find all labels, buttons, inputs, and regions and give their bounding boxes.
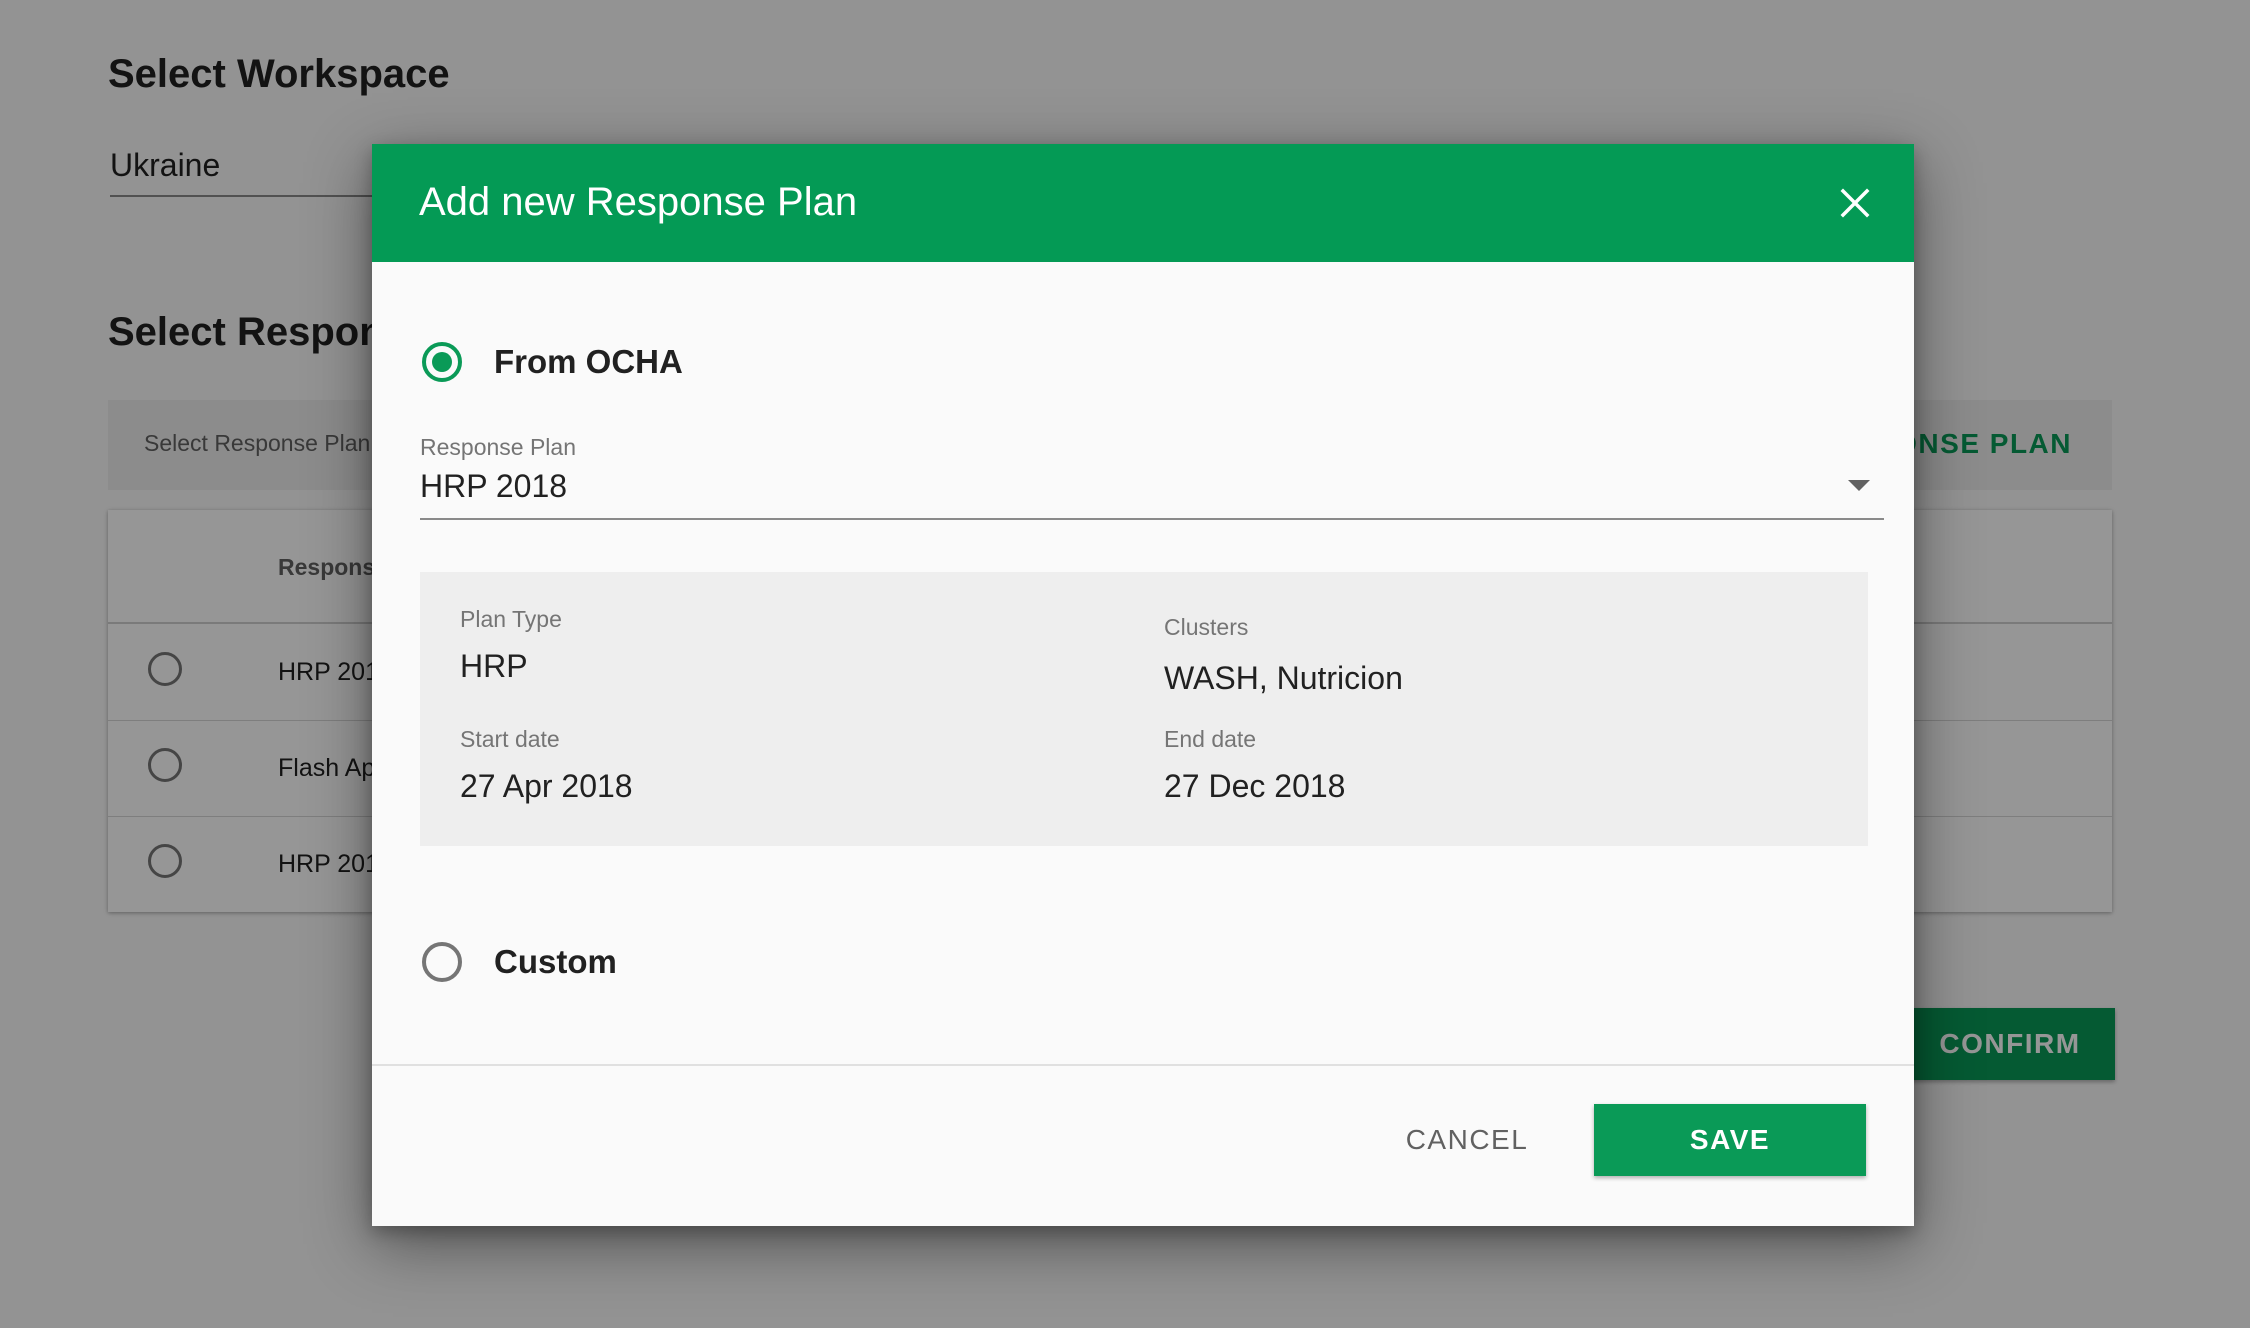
close-icon[interactable] [1836,184,1874,222]
response-plan-select[interactable]: Response Plan HRP 2018 [420,434,1884,520]
cancel-button[interactable]: CANCEL [1392,1104,1542,1176]
dialog-footer-divider [372,1064,1914,1066]
from-ocha-label: From OCHA [494,343,683,380]
from-ocha-radio[interactable] [422,342,462,382]
response-plan-value: HRP 2018 [420,468,568,504]
plan-type-label: Plan Type [460,606,562,632]
start-date-label: Start date [460,726,560,752]
plan-type-value: HRP [460,648,528,684]
dropdown-arrow-icon[interactable] [1848,480,1870,491]
custom-label: Custom [494,943,617,980]
from-ocha-option[interactable]: From OCHA [422,342,683,382]
clusters-value: WASH, Nutricion [1164,660,1403,696]
add-response-plan-dialog: Add new Response Plan From OCHA Response… [372,144,1914,1226]
plan-details-panel: Plan Type HRP Clusters WASH, Nutricion S… [420,572,1868,846]
response-plan-label: Response Plan [420,434,576,460]
dialog-header: Add new Response Plan [372,144,1914,262]
end-date-value: 27 Dec 2018 [1164,768,1346,804]
end-date-label: End date [1164,726,1257,752]
custom-option[interactable]: Custom [422,942,617,982]
dialog-title: Add new Response Plan [419,180,858,224]
custom-radio[interactable] [422,942,462,982]
clusters-label: Clusters [1164,614,1249,640]
start-date-value: 27 Apr 2018 [460,768,633,804]
save-button[interactable]: SAVE [1594,1104,1866,1176]
